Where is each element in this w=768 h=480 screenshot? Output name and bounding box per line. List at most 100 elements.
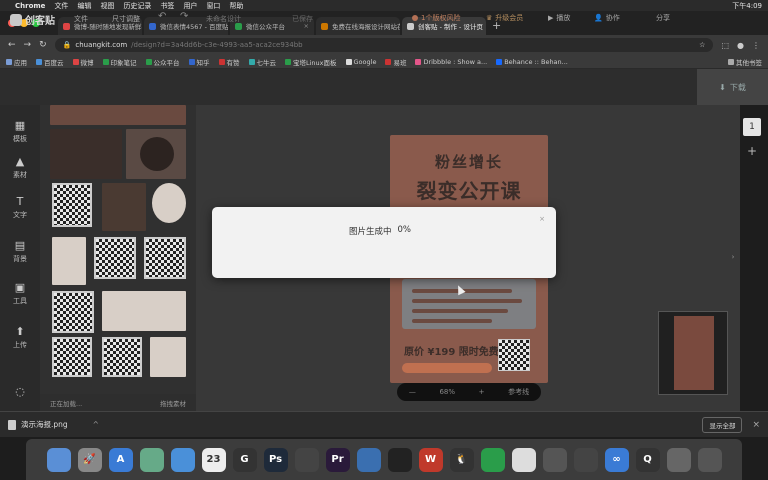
document-title[interactable]: 未命名设计 bbox=[206, 14, 241, 24]
app-logo[interactable]: 创客贴 bbox=[10, 12, 55, 27]
bookmark-item[interactable]: 微博 bbox=[72, 57, 94, 67]
quicktime-icon[interactable]: Q bbox=[635, 447, 660, 472]
sketch-icon[interactable] bbox=[573, 447, 598, 472]
download-button[interactable]: ⬇ 下载 bbox=[697, 69, 768, 105]
zoom-in-button[interactable]: + bbox=[479, 388, 485, 396]
qr-asset[interactable] bbox=[94, 237, 136, 279]
bookmark-item[interactable]: 印象笔记 bbox=[102, 57, 137, 67]
bookmark-item[interactable]: 应用 bbox=[6, 57, 27, 67]
qq-icon[interactable]: 🐧 bbox=[449, 447, 474, 472]
chrome-icon[interactable] bbox=[294, 447, 319, 472]
asset-thumbnail[interactable] bbox=[126, 129, 186, 179]
qr-asset[interactable] bbox=[52, 337, 92, 377]
download-item[interactable]: 演示海报.png ^ bbox=[8, 419, 99, 430]
bookmark-item[interactable]: Dribbble : Show a... bbox=[415, 58, 487, 66]
bookmark-other[interactable]: 其他书签 bbox=[728, 57, 762, 67]
menubar-item-user[interactable]: 用户 bbox=[183, 1, 197, 11]
qr-asset[interactable] bbox=[52, 291, 94, 333]
photoshop-icon[interactable]: Ps bbox=[263, 447, 288, 472]
close-icon[interactable]: × bbox=[539, 215, 545, 223]
notes-icon[interactable] bbox=[511, 447, 536, 472]
menubar-clock[interactable]: 下午4:09 bbox=[732, 1, 762, 11]
undo-icon[interactable]: ↶ bbox=[158, 11, 166, 22]
minimap[interactable] bbox=[658, 311, 728, 395]
rail-tools[interactable]: ▣ 工具 bbox=[0, 281, 40, 306]
address-bar[interactable]: 🔒 chuangkit.com/design?d=3a4dd6b-c3e-499… bbox=[54, 38, 714, 52]
close-icon[interactable]: × bbox=[752, 420, 760, 430]
menubar-item-window[interactable]: 窗口 bbox=[206, 1, 220, 11]
menubar-item-help[interactable]: 帮助 bbox=[229, 1, 243, 11]
upgrade-button[interactable]: ♛ 升级会员 bbox=[486, 13, 523, 23]
guides-button[interactable]: 参考线 bbox=[508, 387, 529, 397]
star-icon[interactable]: ☆ bbox=[699, 41, 705, 49]
chevron-up-icon[interactable]: ^ bbox=[93, 420, 99, 429]
music-icon[interactable] bbox=[387, 447, 412, 472]
asset-thumbnail[interactable] bbox=[150, 337, 186, 377]
rail-materials[interactable]: ▲ 素材 bbox=[0, 155, 40, 180]
asset-thumbnail[interactable] bbox=[52, 237, 86, 285]
asset-thumbnail[interactable] bbox=[102, 183, 146, 231]
redo-icon[interactable]: ↷ bbox=[180, 11, 188, 22]
baidu-netdisk-icon[interactable]: ∞ bbox=[604, 447, 629, 472]
bookmark-item[interactable]: 易班 bbox=[385, 57, 406, 67]
bookmark-item[interactable]: 知乎 bbox=[188, 57, 210, 67]
rail-text[interactable]: T 文字 bbox=[0, 195, 40, 220]
rail-upload[interactable]: ⬆ 上传 bbox=[0, 325, 40, 350]
poster-cta-bar[interactable] bbox=[402, 363, 492, 373]
bookmark-item[interactable]: 有赞 bbox=[218, 57, 240, 67]
menubar-item-view[interactable]: 视图 bbox=[100, 1, 114, 11]
bookmark-item[interactable]: Google bbox=[345, 58, 376, 66]
bookmark-item[interactable]: Behance :: Behan... bbox=[496, 58, 568, 66]
trash-icon[interactable] bbox=[697, 447, 722, 472]
zoom-level[interactable]: 68% bbox=[439, 388, 455, 396]
asset-thumbnail[interactable] bbox=[102, 291, 186, 331]
menu-resize[interactable]: 尺寸调整 bbox=[112, 14, 140, 24]
asset-thumbnail[interactable] bbox=[50, 129, 122, 179]
wechat-icon[interactable] bbox=[480, 447, 505, 472]
bookmark-item[interactable]: 百度云 bbox=[36, 57, 64, 67]
safari-icon[interactable] bbox=[170, 447, 195, 472]
help-icon[interactable]: ◌ bbox=[0, 385, 40, 398]
launchpad-icon[interactable]: 🚀 bbox=[77, 447, 102, 472]
menubar-item-file[interactable]: 文件 bbox=[54, 1, 68, 11]
menubar-item-history[interactable]: 历史记录 bbox=[123, 1, 151, 11]
page-number-button[interactable]: 1 bbox=[743, 118, 761, 136]
poster-title-line1[interactable]: 粉丝增长 bbox=[390, 151, 548, 172]
keynote-icon[interactable] bbox=[356, 447, 381, 472]
browser-icon[interactable]: G bbox=[232, 447, 257, 472]
fingerprint-icon[interactable] bbox=[542, 447, 567, 472]
rail-background[interactable]: ▤ 背景 bbox=[0, 239, 40, 264]
play-button[interactable]: ▶ 播放 bbox=[548, 13, 570, 23]
bookmark-item[interactable]: 公众平台 bbox=[145, 57, 180, 67]
asset-thumbnail[interactable] bbox=[152, 183, 186, 223]
chevron-right-icon[interactable]: › bbox=[730, 246, 736, 268]
wps-icon[interactable]: W bbox=[418, 447, 443, 472]
add-page-icon[interactable]: + bbox=[747, 144, 757, 158]
back-icon[interactable]: ← bbox=[8, 40, 16, 50]
poster-title-line2[interactable]: 裂变公开课 bbox=[390, 175, 548, 204]
finder-icon[interactable] bbox=[46, 447, 71, 472]
poster-qr-code[interactable] bbox=[498, 339, 530, 371]
qr-asset[interactable] bbox=[102, 337, 142, 377]
preview-icon[interactable] bbox=[139, 447, 164, 472]
browser-tab[interactable]: 免费在线海报设计网站在线制× bbox=[316, 17, 400, 35]
menu-file[interactable]: 文件 bbox=[74, 14, 88, 24]
poster-content-card[interactable] bbox=[402, 279, 536, 329]
zoom-out-button[interactable]: — bbox=[409, 388, 416, 396]
rail-templates[interactable]: ▦ 模板 bbox=[0, 119, 40, 144]
asset-thumbnail[interactable] bbox=[50, 105, 186, 125]
photos-icon[interactable] bbox=[666, 447, 691, 472]
forward-icon[interactable]: → bbox=[24, 40, 32, 50]
calendar-icon[interactable]: 23 bbox=[201, 447, 226, 472]
menubar-app-name[interactable]: Chrome bbox=[15, 2, 45, 10]
poster-price[interactable]: 原价 ¥199 限时免费 bbox=[404, 343, 499, 358]
appstore-icon[interactable]: A bbox=[108, 447, 133, 472]
bookmark-item[interactable]: 七牛云 bbox=[248, 57, 276, 67]
menubar-item-bookmarks[interactable]: 书签 bbox=[160, 1, 174, 11]
menubar-item-edit[interactable]: 编辑 bbox=[77, 1, 91, 11]
menu-icon[interactable]: ⋮ bbox=[752, 41, 760, 50]
qr-asset[interactable] bbox=[52, 183, 92, 227]
share-button[interactable]: 分享 bbox=[656, 13, 670, 23]
copyright-risk-button[interactable]: 1个版权风险 bbox=[412, 13, 460, 23]
premiere-icon[interactable]: Pr bbox=[325, 447, 350, 472]
